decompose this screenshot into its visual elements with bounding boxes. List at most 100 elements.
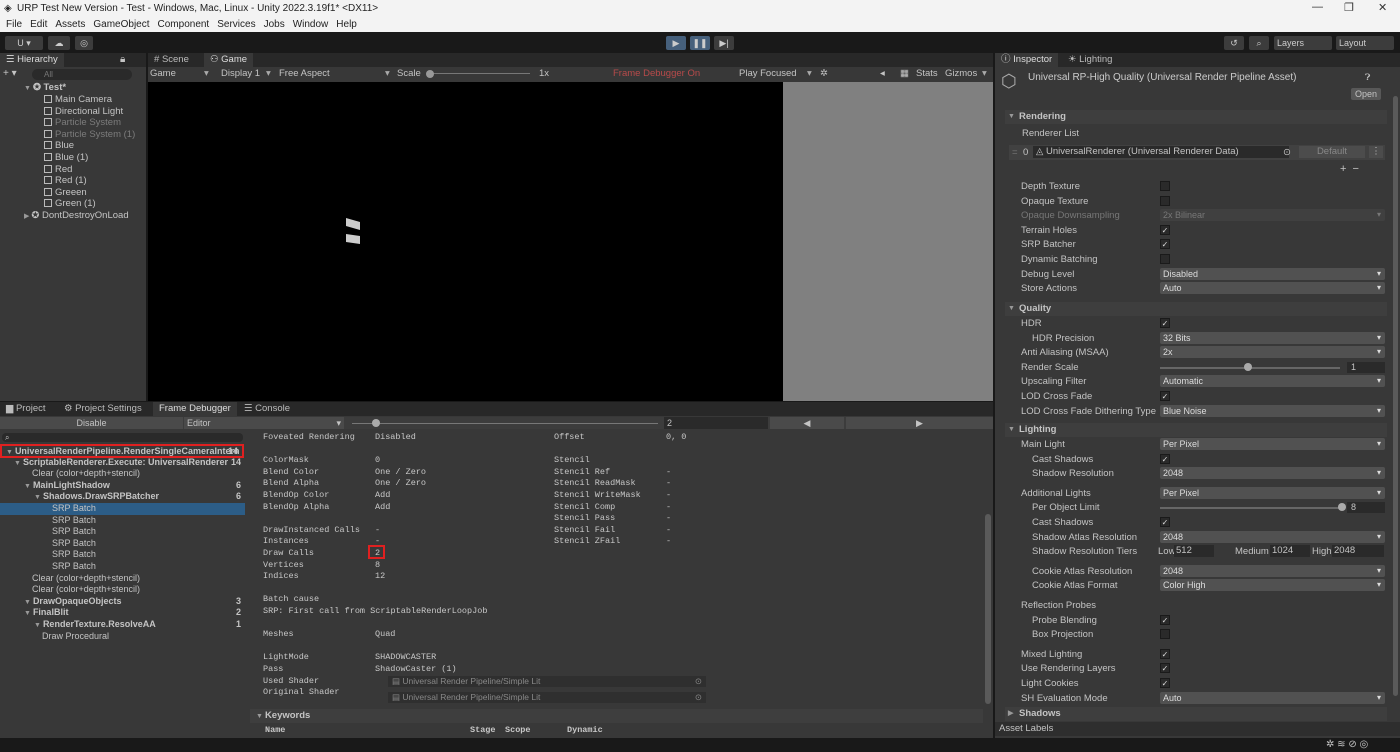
- dropdown[interactable]: 2048: [1160, 530, 1385, 543]
- dropdown[interactable]: 2048: [1160, 467, 1385, 480]
- open-button[interactable]: Open: [1351, 88, 1381, 100]
- slider-value[interactable]: 1: [1347, 361, 1385, 373]
- tier-med-input[interactable]: 1024: [1270, 545, 1310, 558]
- fd-search-input[interactable]: ⌕: [2, 433, 243, 442]
- fd-tree-row[interactable]: Draw Procedural: [0, 631, 245, 643]
- checkbox[interactable]: [1160, 181, 1170, 191]
- fd-tree-row[interactable]: SRP Batch: [0, 549, 245, 561]
- expand-icon[interactable]: ▼: [34, 494, 41, 501]
- expand-icon[interactable]: ▼: [24, 483, 31, 490]
- fd-tree-row[interactable]: ▼ Shadows.DrawSRPBatcher 6: [0, 491, 245, 503]
- used-shader-field[interactable]: ▤ Universal Render Pipeline/Simple Lit ⊙: [388, 676, 706, 687]
- checkbox[interactable]: ✓: [1160, 224, 1170, 235]
- fd-tree-row[interactable]: SRP Batch: [0, 503, 245, 515]
- editor-dropdown[interactable]: Editor ▾: [184, 417, 344, 429]
- hierarchy-item[interactable]: Green (1): [44, 198, 96, 210]
- quality-section-header[interactable]: ▼ Quality: [1005, 302, 1387, 316]
- hierarchy-search-input[interactable]: All: [32, 69, 132, 80]
- tab-game[interactable]: ⚇ Game: [204, 53, 254, 67]
- fd-tree-row[interactable]: SRP Batch: [0, 515, 245, 527]
- fd-tree-row[interactable]: ▼ RenderTexture.ResolveAA 1: [0, 619, 245, 631]
- hierarchy-item[interactable]: Directional Light: [44, 106, 123, 118]
- expand-icon[interactable]: ▼: [14, 460, 21, 467]
- menu-jobs[interactable]: Jobs: [264, 19, 285, 30]
- frame-input[interactable]: 2: [664, 417, 768, 429]
- keywords-header[interactable]: ▼ Keywords: [250, 709, 983, 723]
- checkbox[interactable]: [1160, 195, 1170, 206]
- hierarchy-item[interactable]: Main Camera: [44, 94, 112, 106]
- more-icon[interactable]: ⋮: [1369, 146, 1383, 158]
- frame-slider-thumb[interactable]: [372, 419, 380, 427]
- cloud-icon[interactable]: ☁: [48, 36, 70, 50]
- layout-dropdown[interactable]: Layout: [1336, 36, 1394, 50]
- hierarchy-item[interactable]: Particle System: [44, 117, 121, 129]
- search-icon[interactable]: ⌕: [1249, 36, 1269, 50]
- tab-console[interactable]: ☰ Console: [238, 402, 296, 416]
- minimize-icon[interactable]: —: [1312, 1, 1323, 13]
- hierarchy-item[interactable]: Blue: [44, 140, 74, 152]
- fd-tree-row[interactable]: ▼ MainLightShadow 6: [0, 480, 245, 492]
- tab-frame-debugger[interactable]: Frame Debugger: [153, 402, 237, 416]
- dropdown[interactable]: 2x: [1160, 346, 1385, 359]
- bug-icon[interactable]: ✲: [820, 67, 828, 81]
- list-add-remove[interactable]: + −: [1340, 163, 1386, 175]
- inspector-scrollbar[interactable]: [1393, 96, 1398, 696]
- shadows-section-header[interactable]: ▶ Shadows: [1005, 707, 1387, 721]
- dropdown[interactable]: Color High: [1160, 579, 1385, 592]
- dropdown[interactable]: 32 Bits: [1160, 331, 1385, 344]
- gizmos-button[interactable]: Gizmos: [945, 67, 977, 81]
- menu-gameobject[interactable]: GameObject: [93, 19, 149, 30]
- checkbox[interactable]: ✓: [1160, 517, 1170, 527]
- play-focused-dropdown[interactable]: Play Focused: [739, 67, 797, 81]
- dropdown[interactable]: Per Pixel: [1160, 486, 1385, 499]
- default-button[interactable]: Default: [1299, 146, 1365, 158]
- lighting-section-header[interactable]: ▼ Lighting: [1005, 423, 1387, 437]
- next-frame-button[interactable]: ▶: [846, 417, 993, 429]
- tab-lighting[interactable]: ☀ Lighting: [1062, 53, 1118, 67]
- menu-window[interactable]: Window: [293, 19, 329, 30]
- services-icon[interactable]: ◎: [75, 36, 93, 50]
- fd-tree-row[interactable]: SRP Batch: [0, 561, 245, 573]
- lock-icon[interactable]: 🔒︎: [120, 54, 125, 65]
- history-icon[interactable]: ↺: [1224, 36, 1244, 50]
- checkbox[interactable]: ✓: [1160, 318, 1170, 328]
- menu-services[interactable]: Services: [217, 19, 255, 30]
- expand-icon[interactable]: ▼: [24, 610, 31, 617]
- play-button[interactable]: ▶: [666, 36, 686, 50]
- help-icon[interactable]: ❓︎: [1365, 72, 1370, 83]
- display-dropdown[interactable]: Display 1: [221, 67, 260, 81]
- dont-destroy-root[interactable]: ▶ ✪ DontDestroyOnLoad: [24, 210, 129, 222]
- checkbox[interactable]: ✓: [1160, 663, 1170, 674]
- checkbox[interactable]: ✓: [1160, 614, 1170, 625]
- fd-tree-row[interactable]: Clear (color+depth+stencil): [0, 573, 245, 585]
- fd-tree-row[interactable]: Clear (color+depth+stencil): [0, 584, 245, 596]
- dropdown[interactable]: Disabled: [1160, 267, 1385, 280]
- layers-dropdown[interactable]: Layers: [1274, 36, 1332, 50]
- grid-icon[interactable]: ▦: [900, 67, 909, 81]
- expand-icon[interactable]: ▼: [34, 622, 41, 629]
- checkbox[interactable]: ✓: [1160, 391, 1170, 401]
- original-shader-field[interactable]: ▤ Universal Render Pipeline/Simple Lit ⊙: [388, 692, 706, 703]
- menu-assets[interactable]: Assets: [55, 19, 85, 30]
- game-mode-dropdown[interactable]: Game: [150, 67, 176, 81]
- dropdown[interactable]: Auto: [1160, 691, 1385, 704]
- fd-tree-row[interactable]: SRP Batch: [0, 526, 245, 538]
- fd-tree-row[interactable]: ▼ ScriptableRenderer.Execute: UniversalRe…: [0, 457, 245, 469]
- slider-thumb[interactable]: [1244, 362, 1252, 371]
- tier-low-input[interactable]: 512: [1174, 545, 1214, 558]
- tab-hierarchy[interactable]: ☰ Hierarchy: [0, 53, 64, 67]
- asset-labels-bar[interactable]: Asset Labels: [995, 722, 1400, 736]
- audio-mute-icon[interactable]: ◂: [880, 67, 885, 81]
- disable-button[interactable]: Disable: [0, 417, 183, 429]
- checkbox[interactable]: ✓: [1160, 239, 1170, 250]
- expand-icon[interactable]: ▼: [6, 449, 13, 456]
- rendering-section-header[interactable]: ▼ Rendering: [1005, 110, 1387, 124]
- object-picker-icon[interactable]: ⊙: [1283, 145, 1291, 160]
- menu-edit[interactable]: Edit: [30, 19, 47, 30]
- create-button[interactable]: + ▾: [3, 68, 17, 79]
- hierarchy-item[interactable]: Particle System (1): [44, 129, 135, 141]
- dropdown[interactable]: Per Pixel: [1160, 438, 1385, 450]
- prev-frame-button[interactable]: ◀: [770, 417, 844, 429]
- renderer-list-item[interactable]: = 0 ◬ UniversalRenderer (Universal Rende…: [1009, 145, 1385, 160]
- tab-project[interactable]: ▆ Project: [0, 402, 52, 416]
